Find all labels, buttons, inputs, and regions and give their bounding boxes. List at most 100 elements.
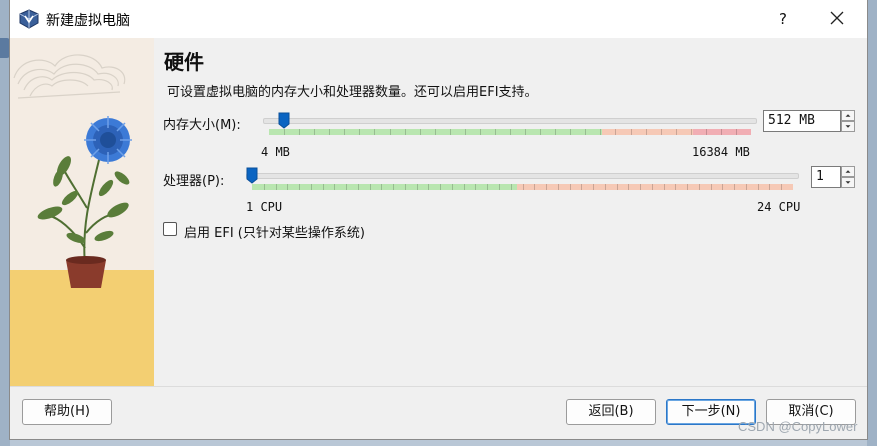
slider-tick [346,184,348,190]
slider-tick [440,184,442,190]
memory-spinbox-arrows[interactable] [841,110,855,132]
slider-tick [781,184,783,190]
slider-tick [329,129,331,135]
slider-tick [628,184,630,190]
slider-tick [284,129,286,135]
spin-up-icon[interactable] [841,110,855,121]
slider-tick [757,184,759,190]
slider-tick [475,184,477,190]
slider-tick [570,129,572,135]
slider-tick [687,184,689,190]
efi-checkbox[interactable] [163,222,177,236]
slider-tick [428,184,430,190]
range-band [252,184,518,190]
spin-down-icon[interactable] [841,177,855,188]
cpu-slider[interactable] [246,167,799,197]
slider-tick [569,184,571,190]
slider-tick [546,184,548,190]
slider-tick [604,184,606,190]
help-icon[interactable]: ? [773,8,793,30]
memory-slider[interactable] [263,112,757,142]
slider-tick [734,184,736,190]
spin-down-icon[interactable] [841,121,855,132]
slider-tick [510,184,512,190]
slider-tick [299,129,301,135]
title-bar[interactable]: 新建虚拟电脑 ? [10,0,867,38]
slider-tick [299,184,301,190]
cpu-slider-groove [246,173,799,179]
slider-tick [555,129,557,135]
cpu-range-bands [246,184,799,190]
slider-tick [663,184,665,190]
slider-tick [463,184,465,190]
slider-tick [393,184,395,190]
slider-tick [381,184,383,190]
cpu-slider-handle[interactable] [246,167,258,184]
slider-tick [374,129,376,135]
slider-tick [310,184,312,190]
footer-divider [10,386,867,387]
slider-tick [314,129,316,135]
window-title: 新建虚拟电脑 [46,13,130,29]
slider-tick [434,129,436,135]
memory-slider-handle[interactable] [278,112,290,129]
wizard-side-illustration [10,38,154,386]
cpu-min-label: 1 CPU [246,200,283,214]
slider-tick [616,184,618,190]
slider-tick [287,184,289,190]
slider-tick [557,184,559,190]
memory-spinbox[interactable]: 512 MB [763,110,841,132]
slider-tick [494,129,496,135]
slider-tick [359,129,361,135]
memory-min-label: 4 MB [261,145,290,159]
cpu-spinbox[interactable]: 1 [811,166,841,188]
slider-tick [735,129,737,135]
slider-tick [720,129,722,135]
slider-tick [263,184,265,190]
slider-tick [675,184,677,190]
slider-tick [534,184,536,190]
background-desktop-right [867,0,877,446]
memory-range-bands [263,129,757,135]
slider-tick [690,129,692,135]
slider-tick [451,184,453,190]
cpu-max-label: 24 CPU [757,200,801,214]
slider-tick [498,184,500,190]
back-button[interactable]: 返回(B) [566,399,656,425]
slider-tick [525,129,527,135]
page-heading: 硬件 [164,50,204,74]
efi-label[interactable]: 启用 EFI (只针对某些操作系统) [184,222,365,241]
page-description: 可设置虚拟电脑的内存大小和处理器数量。还可以启用EFI支持。 [167,85,538,100]
cpu-spinbox-arrows[interactable] [841,166,855,188]
memory-label: 内存大小(M): [163,118,241,133]
memory-value: 512 MB [768,113,815,128]
slider-tick [640,184,642,190]
spin-up-icon[interactable] [841,166,855,177]
slider-tick [334,184,336,190]
slider-tick [369,184,371,190]
slider-tick [660,129,662,135]
slider-tick [322,184,324,190]
slider-tick [344,129,346,135]
cpu-value: 1 [816,169,824,184]
slider-tick [404,129,406,135]
slider-tick [645,129,647,135]
cpu-label: 处理器(P): [163,174,225,189]
slider-tick [630,129,632,135]
help-button[interactable]: 帮助(H) [22,399,112,425]
slider-tick [745,184,747,190]
slider-tick [275,184,277,190]
slider-tick [357,184,359,190]
slider-tick [464,129,466,135]
plant-illustration [10,38,154,386]
slider-tick [419,129,421,135]
slider-tick [600,129,602,135]
slider-tick [522,184,524,190]
slider-tick [615,129,617,135]
watermark: CSDN @CopyLower [738,419,858,434]
slider-tick [710,184,712,190]
slider-tick [769,184,771,190]
close-icon[interactable] [825,6,849,30]
slider-tick [585,129,587,135]
memory-slider-groove [263,118,757,124]
